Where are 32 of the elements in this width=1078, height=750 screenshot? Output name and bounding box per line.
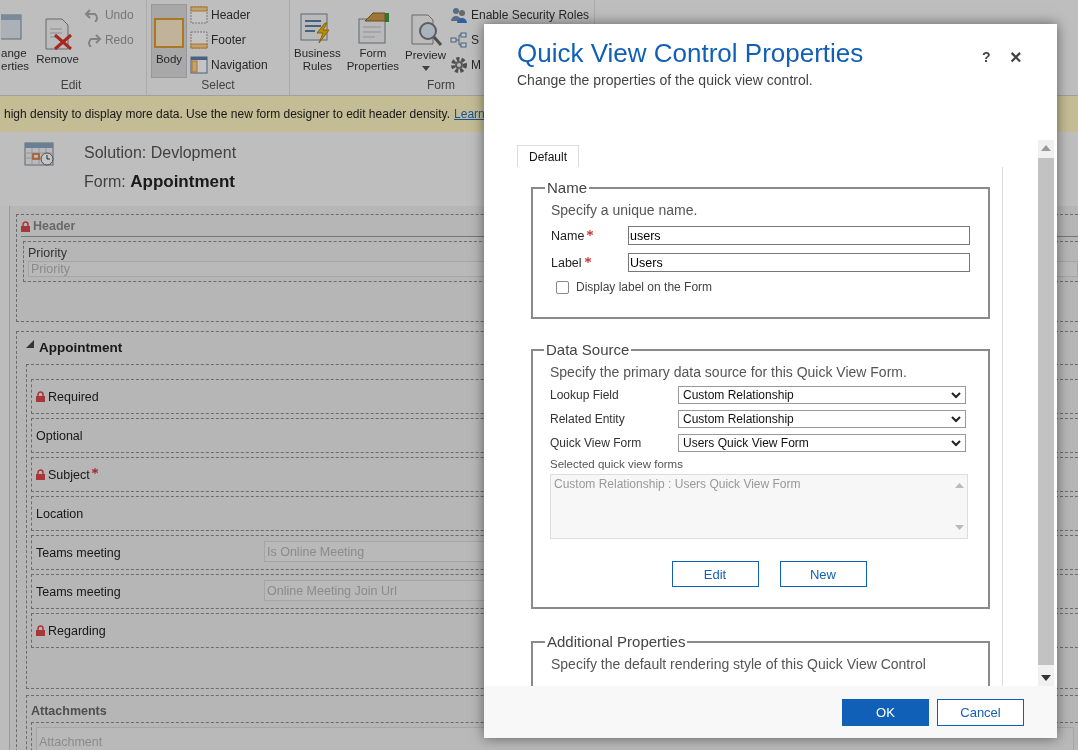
dialog-subtitle: Change the properties of the quick view control. (517, 72, 814, 88)
group-label: Edit (60, 78, 82, 94)
section-title: Appointment (39, 340, 123, 355)
field-label: Label (551, 255, 582, 270)
field-label: Related Entity (550, 412, 626, 426)
form-name: Form: Appointment (84, 172, 237, 192)
field-label: Location (36, 506, 84, 521)
field-label: Priority (28, 246, 68, 260)
field-label: Quick View Form (550, 436, 643, 450)
field-label: Name (551, 228, 585, 243)
dialog-title: Quick View Control Properties (517, 38, 864, 69)
notification-text: high density to display more data. Use the new form designer to edit header density. (4, 107, 451, 121)
field-label: Subject (48, 467, 90, 482)
group-label: Form (427, 78, 455, 94)
section-title: Attachments (31, 704, 107, 718)
field-label: Regarding (48, 623, 106, 638)
group-label: Select (201, 78, 235, 94)
checkbox-label: Display label on the Form (576, 280, 713, 294)
hint-text: Specify a unique name. (551, 202, 699, 218)
group-title: Additional Properties (546, 633, 687, 650)
list-label: Selected quick view forms (550, 458, 684, 470)
field-label: Lookup Field (550, 388, 620, 402)
field-label: Optional (36, 428, 83, 443)
hint-text: Specify the primary data source for this Quick View Form. (550, 364, 908, 380)
group-title: Data Source (545, 341, 631, 358)
group-title: Name (546, 179, 588, 196)
solution-name: Solution: Devlopment (84, 144, 237, 162)
field-label: Required (48, 389, 99, 404)
section-title: Header (33, 219, 76, 233)
field-label: Teams meeting (36, 584, 121, 599)
field-label: Teams meeting (36, 545, 121, 560)
hint-text: Specify the default rendering style of this Quick View Control (551, 656, 927, 672)
